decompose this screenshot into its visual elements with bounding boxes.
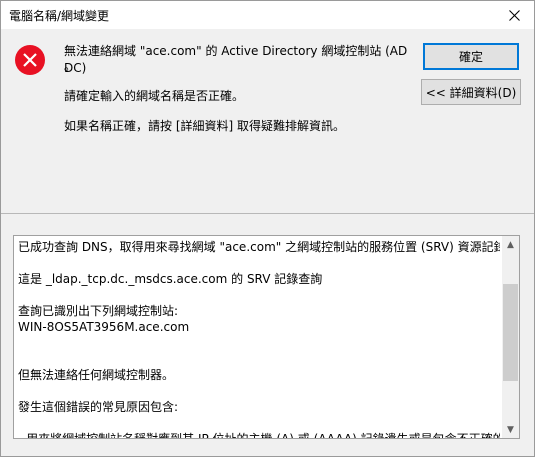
details-line (18, 255, 500, 271)
message-pane: 無法連絡網域 "ace.com" 的 Active Directory 網域控制… (1, 29, 534, 212)
scroll-thumb[interactable] (503, 284, 518, 381)
details-text: 已成功查詢 DNS，取得用來尋找網域 "ace.com" 之網域控制站的服務位置… (18, 239, 500, 439)
details-line: - 用來將網域控制站名稱對應到其 IP 位址的主機 (A) 或 (AAAA) 記… (18, 432, 500, 439)
scroll-up-arrow[interactable]: ▲ (502, 236, 519, 253)
details-pane: 已成功查詢 DNS，取得用來尋找網域 "ace.com" 之網域控制站的服務位置… (1, 214, 534, 456)
details-textbox[interactable]: 已成功查詢 DNS，取得用來尋找網域 "ace.com" 之網域控制站的服務位置… (13, 235, 520, 439)
details-line: 發生這個錯誤的常見原因包含: (18, 400, 179, 414)
details-line: 查詢已識別出下列網域控制站: (18, 304, 179, 318)
error-message-line2: 請確定輸入的網域名稱是否正確。 (64, 89, 245, 103)
chevron-down-icon: ▼ (507, 424, 514, 435)
details-line (18, 287, 500, 303)
details-line (18, 383, 500, 399)
details-line (18, 335, 500, 351)
details-line: 已成功查詢 DNS，取得用來尋找網域 "ace.com" 之網域控制站的服務位置… (18, 240, 500, 254)
error-message-line3: 如果名稱正確，請按 [詳細資料] 取得疑難排解資訊。 (64, 119, 345, 133)
error-icon (15, 45, 45, 75)
details-line (18, 415, 500, 431)
details-line (18, 351, 500, 367)
details-line: 但無法連絡任何網域控制器。 (18, 368, 175, 382)
close-icon (508, 9, 520, 21)
window-title: 電腦名稱/網域變更 (9, 9, 110, 23)
close-button[interactable] (494, 1, 534, 29)
scroll-down-arrow[interactable]: ▼ (502, 421, 519, 438)
vertical-scrollbar[interactable]: ▲ ▼ (502, 236, 519, 438)
chevron-up-icon: ▲ (507, 239, 514, 250)
dialog-window: 電腦名稱/網域變更 無法連絡網域 "ace.com" 的 Active Dire… (0, 0, 535, 457)
error-message-line1-cont: 。 (64, 59, 77, 73)
title-bar: 電腦名稱/網域變更 (1, 1, 534, 29)
details-toggle-button[interactable]: << 詳細資料(D) (421, 79, 521, 105)
ok-button[interactable]: 確定 (423, 43, 519, 70)
details-line: 這是 _ldap._tcp.dc._msdcs.ace.com 的 SRV 記錄… (18, 272, 323, 286)
details-line: WIN-8OS5AT3956M.ace.com (18, 320, 190, 334)
